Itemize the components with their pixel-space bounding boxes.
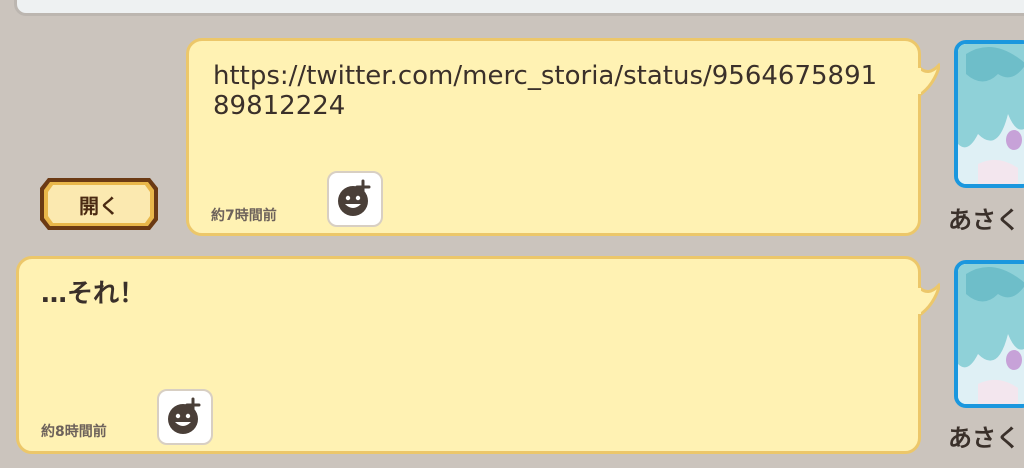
add-reaction-button[interactable] — [157, 389, 213, 445]
message-timestamp: 約7時間前 — [211, 208, 277, 224]
character-avatar — [958, 264, 1024, 404]
add-reaction-smiley-icon — [338, 179, 371, 216]
open-link-button[interactable]: 開く — [38, 176, 160, 232]
sender-avatar[interactable] — [954, 260, 1024, 408]
sender-name: あさく — [948, 424, 1020, 452]
message-bubble: …それ！ 約8時間前 — [16, 256, 921, 454]
open-button-label: 開く — [79, 193, 119, 218]
sender-name: あさく — [948, 206, 1020, 234]
top-panel — [14, 0, 1024, 16]
add-reaction-smiley-icon — [168, 397, 201, 434]
sender-avatar[interactable] — [954, 40, 1024, 188]
message-bubble: https://twitter.com/merc_storia/status/9… — [186, 38, 921, 236]
message-text[interactable]: https://twitter.com/merc_storia/status/9… — [213, 61, 893, 121]
add-reaction-button[interactable] — [327, 171, 383, 227]
message-text[interactable]: …それ！ — [41, 279, 901, 309]
message-timestamp: 約8時間前 — [41, 424, 107, 440]
bubble-tail — [918, 62, 940, 98]
character-avatar — [958, 44, 1024, 184]
bubble-tail — [918, 282, 940, 318]
